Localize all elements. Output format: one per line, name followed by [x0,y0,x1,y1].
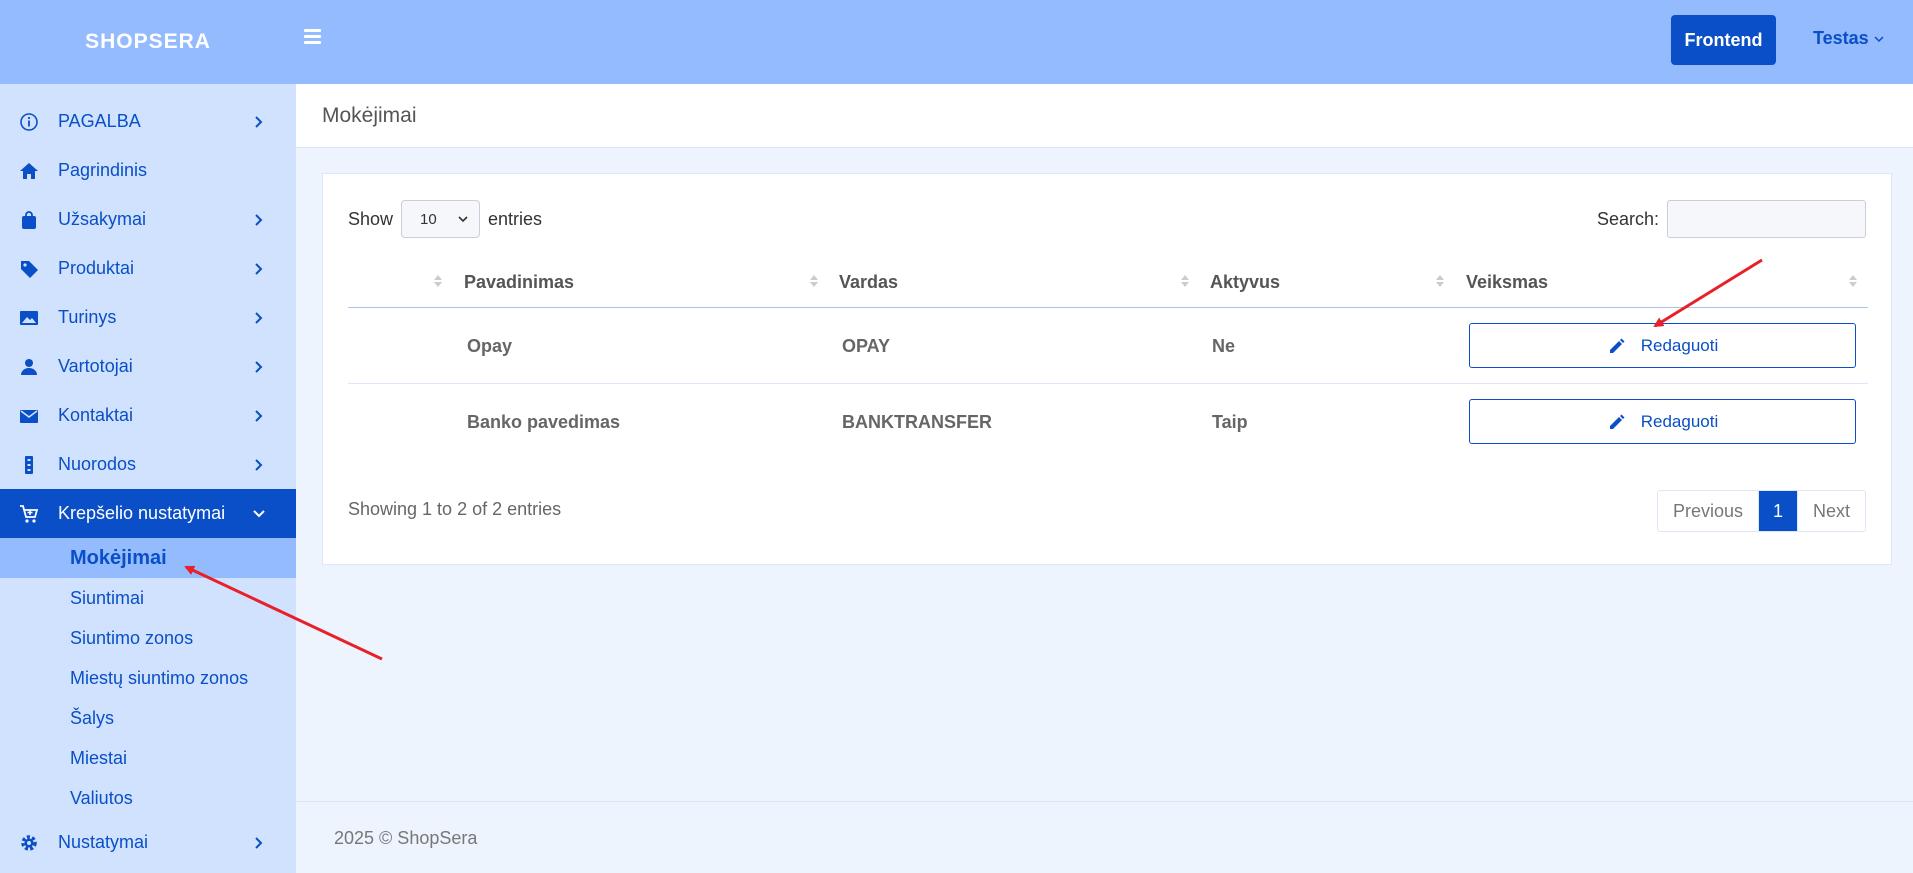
column-header-vardas[interactable]: Vardas [839,272,898,293]
pagination-previous[interactable]: Previous [1658,491,1759,531]
page-title: Mokėjimai [322,104,417,127]
show-label: Show [348,208,394,229]
sidebar-subitem-siuntimai[interactable]: Siuntimai [0,578,296,618]
chevron-right-icon [255,262,263,275]
chevron-down-icon [1874,35,1884,42]
chevron-right-icon [255,311,263,324]
sidebar-item-label: Kontaktai [58,405,134,425]
user-icon [18,356,40,378]
table-header: Pavadinimas Vardas Aktyvus Veiksmas [348,254,1868,308]
sidebar-item-label: Užsakymai [58,209,147,229]
chevron-right-icon [255,409,263,422]
tag-icon [18,258,40,280]
sidebar-subitem-miestai[interactable]: Miestai [0,738,296,778]
sidebar: PAGALBA Pagrindinis Užsakymai Produktai … [0,84,296,873]
hamburger-menu-icon[interactable] [304,26,328,50]
cell-vardas: OPAY [842,336,891,356]
footer: 2025 © ShopSera [296,801,1913,873]
info-icon [18,111,40,133]
chevron-right-icon [255,360,263,373]
sidebar-item-vartotojai[interactable]: Vartotojai [0,342,296,391]
user-name: Testas [1813,28,1869,48]
sidebar-subitem-miestu-siuntimo-zonos[interactable]: Miestų siuntimo zonos [0,658,296,698]
sidebar-subitem-salys[interactable]: Šalys [0,698,296,738]
page-length-value: 10 [420,210,437,228]
sidebar-subitem-siuntimo-zonos[interactable]: Siuntimo zonos [0,618,296,658]
sidebar-item-krepselio-nustatymai[interactable]: Krepšelio nustatymai [0,489,296,538]
sidebar-item-pagalba[interactable]: PAGALBA [0,97,296,146]
cell-pavadinimas: Opay [467,336,513,356]
footer-copyright: 2025 © ShopSera [334,828,478,848]
gear-icon [18,832,40,854]
brand-logo[interactable]: SHOPSERA [0,0,296,84]
chevron-right-icon [255,458,263,471]
table-row: Banko pavedimas BANKTRANSFER Taip Redagu… [348,384,1868,460]
sort-icon[interactable] [809,272,819,290]
column-header-veiksmas: Veiksmas [1466,272,1549,292]
sidebar-item-label: Produktai [58,258,135,278]
page-header: Mokėjimai [296,84,1913,148]
cell-aktyvus: Ne [1212,336,1236,356]
sidebar-subitem-valiutos[interactable]: Valiutos [0,778,296,818]
search-control: Search: [1597,200,1866,238]
cell-aktyvus: Taip [1212,412,1248,432]
pencil-icon [1609,414,1625,429]
chevron-right-icon [255,115,263,128]
search-input[interactable] [1667,200,1866,238]
mail-icon [18,405,40,427]
chevron-right-icon [255,213,263,226]
image-icon [18,307,40,329]
sidebar-item-nustatymai[interactable]: Nustatymai [0,818,296,867]
pagination-next[interactable]: Next [1798,491,1865,531]
edit-button-label: Redaguoti [1640,411,1719,431]
sidebar-item-label: Nustatymai [58,832,149,852]
sidebar-item-label: PAGALBA [58,111,141,131]
sidebar-item-label: Krepšelio nustatymai [58,503,226,523]
cell-pavadinimas: Banko pavedimas [467,412,621,432]
pagination: Previous 1 Next [1656,490,1866,532]
edit-button-label: Redaguoti [1640,335,1719,355]
cell-vardas: BANKTRANSFER [842,412,992,432]
edit-button[interactable]: Redaguoti [1469,399,1856,444]
sidebar-item-label: Turinys [58,307,117,327]
page-length-select[interactable]: 10 [401,200,481,238]
sidebar-item-nuorodos[interactable]: Nuorodos [0,440,296,489]
sidebar-item-label: Nuorodos [58,454,137,474]
column-header-aktyvus[interactable]: Aktyvus [1210,272,1280,293]
home-icon [18,160,40,182]
pagination-page[interactable]: 1 [1758,491,1798,531]
entries-label: entries [488,208,543,229]
link-icon [18,454,40,476]
pencil-icon [1609,338,1625,353]
sidebar-subitem-mokejimai[interactable]: Mokėjimai [0,538,296,578]
page-length-control: Show 10 entries [348,200,542,238]
sidebar-item-pagrindinis[interactable]: Pagrindinis [0,146,296,195]
user-menu[interactable]: Testas [1813,28,1885,49]
table-row: Opay OPAY Ne Redaguoti [348,308,1868,384]
chevron-down-icon [458,216,468,223]
sidebar-item-label: Pagrindinis [58,160,148,180]
payments-card: Show 10 entries Search: Pavadinimas Vard… [322,173,1892,565]
sort-icon[interactable] [1435,272,1445,290]
topbar: SHOPSERA Frontend Testas [0,0,1913,84]
column-header-pavadinimas[interactable]: Pavadinimas [464,272,574,293]
edit-button[interactable]: Redaguoti [1469,323,1856,368]
bag-icon [18,209,40,231]
frontend-button[interactable]: Frontend [1671,15,1776,65]
payments-table: Pavadinimas Vardas Aktyvus Veiksmas Opay… [348,254,1868,460]
search-label: Search: [1596,208,1659,229]
sort-icon[interactable] [433,272,443,290]
sort-icon[interactable] [1848,272,1858,290]
chevron-right-icon [255,836,263,849]
sidebar-item-label: Vartotojai [58,356,133,376]
sidebar-item-kontaktai[interactable]: Kontaktai [0,391,296,440]
chevron-down-icon [253,509,265,517]
sidebar-item-produktai[interactable]: Produktai [0,244,296,293]
sidebar-item-turinys[interactable]: Turinys [0,293,296,342]
sidebar-item-uzsakymai[interactable]: Užsakymai [0,195,296,244]
table-info: Showing 1 to 2 of 2 entries [348,499,562,519]
cart-icon [18,503,40,525]
sort-icon[interactable] [1180,272,1190,290]
